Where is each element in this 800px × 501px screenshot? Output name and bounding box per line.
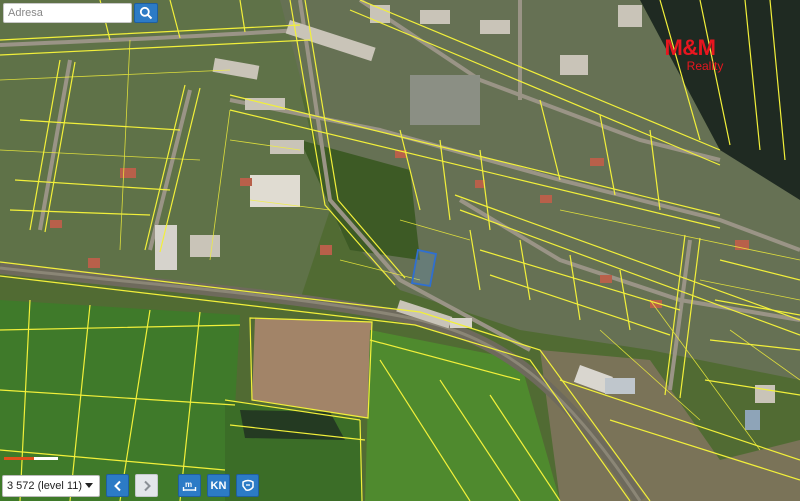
cadastral-map[interactable] xyxy=(0,0,800,501)
search-input[interactable] xyxy=(3,3,132,23)
measure-icon: m xyxy=(182,480,197,491)
zoom-level-select[interactable]: 3 572 (level 11) xyxy=(2,474,100,497)
parcel-info-icon xyxy=(241,479,254,491)
chevron-down-icon xyxy=(85,483,93,488)
green-field-sw xyxy=(0,300,240,501)
zoom-level-label: 3 572 (level 11) xyxy=(7,479,83,492)
next-view-button[interactable] xyxy=(135,474,158,497)
scale-bar xyxy=(4,457,58,460)
search-button[interactable] xyxy=(134,3,158,23)
logo-main-text: M&M xyxy=(664,35,716,60)
parcel-info-button[interactable] xyxy=(236,474,259,497)
search-icon xyxy=(139,6,153,20)
svg-text:m: m xyxy=(185,480,192,489)
chevron-left-icon xyxy=(113,480,121,491)
bottom-toolbar: 3 572 (level 11) m KN xyxy=(0,474,259,497)
search-bar xyxy=(3,3,158,23)
kn-button[interactable]: KN xyxy=(207,474,230,497)
measure-button[interactable]: m xyxy=(178,474,201,497)
previous-view-button[interactable] xyxy=(106,474,129,497)
logo-sub-text: Reality xyxy=(686,59,724,73)
mm-reality-logo: M&M Reality xyxy=(640,35,740,73)
chevron-right-icon xyxy=(143,480,151,491)
kn-icon: KN xyxy=(210,479,227,492)
